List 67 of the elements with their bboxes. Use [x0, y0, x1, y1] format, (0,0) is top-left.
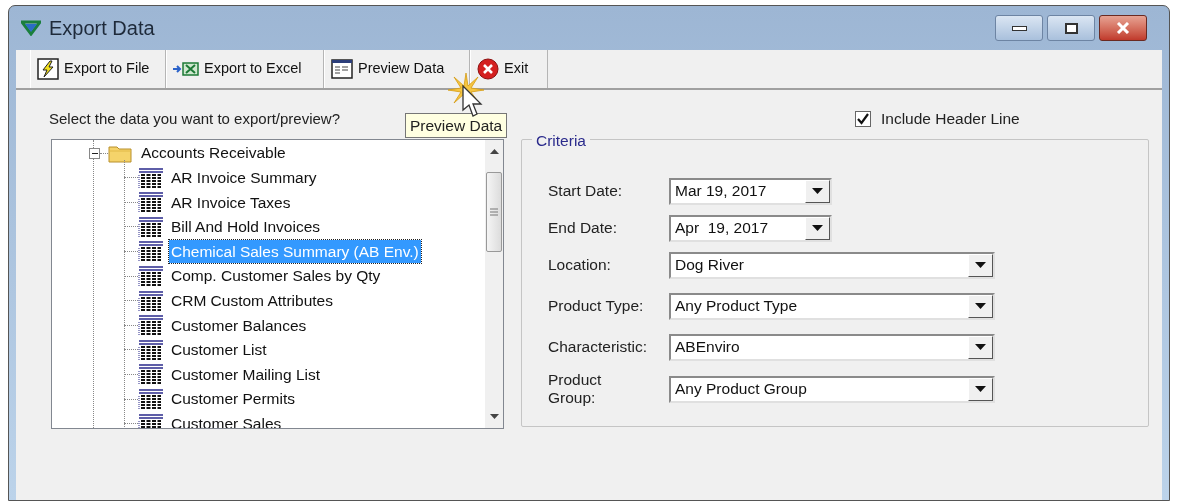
- caret-down-icon: [975, 303, 986, 309]
- table-icon: [138, 215, 164, 238]
- lightning-file-icon: [37, 58, 59, 80]
- maximize-button[interactable]: [1047, 15, 1095, 41]
- dropdown-arrow-button[interactable]: [805, 179, 830, 203]
- close-icon: [1116, 22, 1130, 34]
- tree-item[interactable]: AR Invoice Taxes: [169, 190, 293, 214]
- table-icon: [138, 363, 164, 386]
- toolbar-button[interactable]: Export to Excel: [166, 50, 324, 88]
- table-icon: [138, 338, 164, 361]
- minimize-button[interactable]: [995, 15, 1043, 41]
- date-picker[interactable]: Apr 19, 2017: [669, 214, 832, 242]
- caret-down-icon: [975, 386, 986, 392]
- window-title: Export Data: [49, 16, 155, 41]
- table-icon: [138, 265, 164, 287]
- field-label: Characteristic:: [548, 338, 649, 356]
- tree-item[interactable]: Bill And Hold Invoices: [169, 215, 323, 239]
- x-circle-icon: [477, 58, 499, 80]
- dropdown-arrow-button[interactable]: [968, 294, 993, 318]
- table-icon: [138, 314, 164, 337]
- tree-item[interactable]: CRM Custom Attributes: [169, 288, 335, 313]
- dropdown-arrow-button[interactable]: [968, 377, 993, 401]
- table-icon: [138, 289, 164, 312]
- toolbar-button[interactable]: Export to File: [30, 50, 166, 88]
- dropdown-arrow-button[interactable]: [968, 253, 993, 277]
- checkbox-label: Include Header Line: [881, 109, 1020, 130]
- tree-item[interactable]: Comp. Customer Sales by Qty: [169, 264, 383, 288]
- collapse-toggle-icon[interactable]: [89, 147, 100, 159]
- scroll-up-icon[interactable]: [489, 149, 499, 154]
- scrollbar-thumb[interactable]: [486, 172, 502, 252]
- scroll-down-icon[interactable]: [489, 414, 499, 419]
- field-label: End Date:: [548, 219, 618, 237]
- checkbox[interactable]: [855, 111, 871, 127]
- field-label: Start Date:: [548, 182, 624, 200]
- dropdown-field[interactable]: Any Product Type: [669, 292, 995, 320]
- tree-item[interactable]: Customer List: [169, 338, 269, 362]
- app-logo-icon: [21, 20, 41, 36]
- table-icon: [138, 412, 164, 428]
- caret-down-icon: [975, 344, 986, 350]
- field-label: Product Type:: [548, 297, 645, 315]
- dropdown-field[interactable]: Any Product Group: [669, 375, 995, 403]
- close-button[interactable]: [1099, 15, 1147, 41]
- window-list-icon: [331, 59, 353, 79]
- mouse-cursor-icon: [462, 85, 484, 119]
- arrow-spreadsheet-icon: [173, 62, 199, 76]
- tree-item[interactable]: AR Invoice Summary: [169, 165, 319, 190]
- date-picker[interactable]: Mar 19, 2017: [669, 177, 832, 205]
- table-icon: [138, 388, 164, 410]
- dropdown-arrow-button[interactable]: [805, 216, 830, 240]
- tree-item[interactable]: Customer Balances: [169, 313, 309, 337]
- caret-down-icon: [812, 188, 823, 194]
- instruction-text: Select the data you want to export/preview?: [49, 109, 340, 129]
- tree-item[interactable]: Customer Permits: [169, 387, 298, 411]
- folder-icon: [108, 143, 132, 163]
- field-label: Product Group:: [548, 371, 603, 407]
- table-icon: [138, 166, 164, 189]
- tree-item[interactable]: Customer Mailing List: [169, 362, 323, 386]
- dropdown-field[interactable]: Dog River: [669, 251, 995, 279]
- tooltip: Preview Data: [405, 113, 508, 138]
- table-icon: [138, 191, 164, 214]
- caret-down-icon: [812, 225, 823, 231]
- dropdown-arrow-button[interactable]: [968, 335, 993, 359]
- dropdown-field[interactable]: ABEnviro: [669, 333, 995, 361]
- tree-item[interactable]: Accounts Receivable: [141, 141, 286, 165]
- table-icon: [138, 240, 164, 263]
- field-label: Location:: [548, 256, 612, 274]
- caret-down-icon: [975, 262, 986, 268]
